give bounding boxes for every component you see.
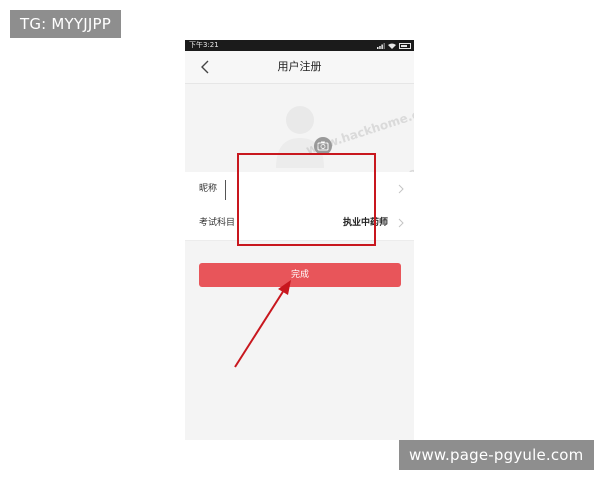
chevron-right-icon [398,218,404,228]
website-tag: www.page-pgyule.com [399,440,594,470]
status-bar: 下午3:21 [185,40,414,51]
signal-icon [377,42,385,49]
nav-bar: 用户注册 [185,51,414,84]
status-time: 下午3:21 [189,41,219,49]
exam-subject-label: 考试科目 [199,218,236,228]
chevron-right-icon [398,184,404,194]
wifi-icon [388,43,396,49]
done-button[interactable]: 完成 [199,263,401,287]
telegram-tag: TG: MYYJJPP [10,10,122,38]
status-icons [377,40,411,51]
battery-icon [399,42,411,49]
screenshot-canvas: TG: MYYJJPP 下午3:21 用户注册 www.hackhome.com… [0,0,600,480]
page-title: 用户注册 [277,60,322,73]
nickname-label: 昵称 [199,184,218,194]
annotation-highlight-box [237,153,376,246]
